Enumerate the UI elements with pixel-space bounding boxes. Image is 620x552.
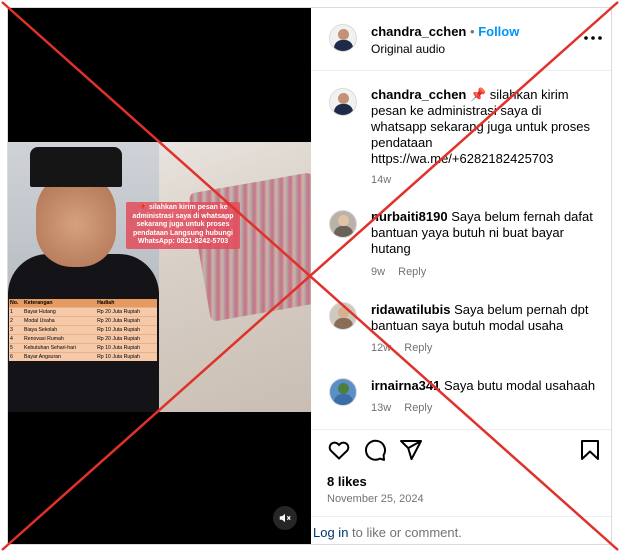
more-dots-icon[interactable] [583, 32, 603, 44]
table-row: 5 Kebutuhan Sehari-hari Rp 10 Juta Rupiah [9, 343, 157, 353]
avatar[interactable] [329, 210, 357, 238]
avatar-head [338, 307, 349, 318]
comment-meta: 9w Reply [371, 266, 436, 278]
bookmark-icon[interactable] [579, 438, 601, 462]
caption-text: chandra_cchen 📌 silahkan kirim pesan ke … [371, 87, 597, 167]
instagram-post: 📌 silahkan kirim pesan ke administrasi s… [7, 7, 612, 545]
table-cell: Rp 10 Juta Rupiah [96, 325, 157, 335]
table-row: 4 Renovasi Rumah Rp 20 Juta Rupiah [9, 334, 157, 344]
reply-button[interactable]: Reply [404, 342, 432, 354]
comment-meta: 13w Reply [371, 402, 442, 414]
header-username[interactable]: chandra_cchen [371, 24, 466, 39]
comment-age[interactable]: 9w [371, 266, 385, 278]
login-rest: to like or comment. [348, 525, 462, 540]
table-cell: Biaya Sekolah [23, 325, 97, 335]
table-cell: 6 [9, 352, 24, 361]
avatar-head [338, 93, 349, 104]
avatar-body [334, 40, 353, 51]
table-cell: Modal Usaha [23, 316, 97, 326]
table-row: 2 Modal Usaha Rp 20 Juta Rupiah [9, 316, 157, 326]
divider [311, 429, 611, 430]
divider [311, 516, 611, 517]
header-subtitle[interactable]: Original audio [371, 42, 445, 56]
video-frame: 📌 silahkan kirim pesan ke administrasi s… [8, 142, 311, 412]
header-separator: • [470, 24, 475, 39]
heart-icon[interactable] [327, 438, 351, 462]
avatar-body [334, 318, 353, 329]
table-cell: Renovasi Rumah [23, 334, 97, 344]
avatar[interactable] [329, 302, 357, 330]
header-line: chandra_cchen • Follow [371, 24, 519, 39]
comment-username[interactable]: nurbaiti8190 [371, 209, 448, 224]
avatar[interactable] [329, 378, 357, 406]
comment-username[interactable]: ridawatilubis [371, 302, 450, 317]
table-cell: Kebutuhan Sehari-hari [23, 343, 97, 353]
table-header-cell: No. [9, 299, 24, 308]
comment-text: nurbaiti8190 Saya belum fernah dafat ban… [371, 209, 597, 257]
avatar-head [338, 215, 349, 226]
cap-shape [30, 147, 122, 187]
post-media[interactable]: 📌 silahkan kirim pesan ke administrasi s… [8, 8, 311, 544]
table-header-cell: Keterangan [23, 299, 97, 308]
comment-username[interactable]: irnairna341 [371, 378, 440, 393]
avatar-body [334, 226, 353, 237]
post-header: chandra_cchen • Follow Original audio [311, 8, 611, 71]
avatar-head [338, 383, 349, 394]
table-cell: Rp 20 Juta Rupiah [96, 307, 157, 317]
speaker-muted-icon[interactable] [273, 506, 297, 530]
table-cell: Rp 20 Juta Rupiah [96, 316, 157, 326]
speaker-muted-glyph [279, 513, 291, 523]
table-cell: 4 [9, 334, 24, 344]
comment-text: ridawatilubis Saya belum pernah dpt bant… [371, 302, 597, 334]
table-cell: Rp 20 Juta Rupiah [96, 334, 157, 344]
follow-button[interactable]: Follow [478, 24, 519, 39]
likes-count[interactable]: 8 likes [327, 474, 367, 489]
comment-body: Saya butu modal usahaah [444, 378, 596, 393]
reply-button[interactable]: Reply [404, 402, 432, 414]
table-row: 1 Bayar Hutang Rp 20 Juta Rupiah [9, 307, 157, 317]
comment-meta: 14w [371, 174, 401, 186]
avatar-body [334, 394, 353, 405]
table-row: 6 Bayar Angsuran Rp 10 Juta Rupiah [9, 352, 157, 361]
comment-bubble-icon[interactable] [363, 438, 387, 462]
avatar[interactable] [329, 24, 357, 52]
avatar[interactable] [329, 88, 357, 116]
avatar-body [334, 104, 353, 115]
portrait-panel [8, 142, 159, 412]
avatar-head [338, 29, 349, 40]
table-cell: Rp 10 Juta Rupiah [96, 352, 157, 361]
login-prompt: Log in to like or comment. [313, 525, 462, 540]
comment-age[interactable]: 13w [371, 402, 391, 414]
prize-table: No. Keterangan Hadiah 1 Bayar Hutang Rp 20… [9, 299, 157, 361]
comment-age[interactable]: 14w [371, 174, 391, 186]
table-cell: 1 [9, 307, 24, 317]
comment-age[interactable]: 12w [371, 342, 391, 354]
table-row: 3 Biaya Sekolah Rp 10 Juta Rupiah [9, 325, 157, 335]
table-cell: Bayar Hutang [23, 307, 97, 317]
login-link[interactable]: Log in [313, 525, 348, 540]
post-date[interactable]: November 25, 2024 [327, 493, 424, 505]
comment-username[interactable]: chandra_cchen [371, 87, 466, 102]
table-cell: 3 [9, 325, 24, 335]
table-cell: 2 [9, 316, 24, 326]
money-panel [159, 142, 311, 412]
prize-table-header: No. Keterangan Hadiah [9, 299, 157, 308]
video-overlay-text: 📌 silahkan kirim pesan ke administrasi s… [126, 202, 240, 249]
comment-text: irnairna341 Saya butu modal usahaah [371, 378, 597, 394]
table-cell: 5 [9, 343, 24, 353]
comment-meta: 12w Reply [371, 342, 442, 354]
table-header-cell: Hadiah [96, 299, 157, 308]
table-cell: Bayar Angsuran [23, 352, 97, 361]
post-sidebar: chandra_cchen • Follow Original audio ch… [311, 8, 611, 544]
paper-plane-icon[interactable] [399, 438, 423, 462]
table-cell: Rp 10 Juta Rupiah [96, 343, 157, 353]
reply-button[interactable]: Reply [398, 266, 426, 278]
